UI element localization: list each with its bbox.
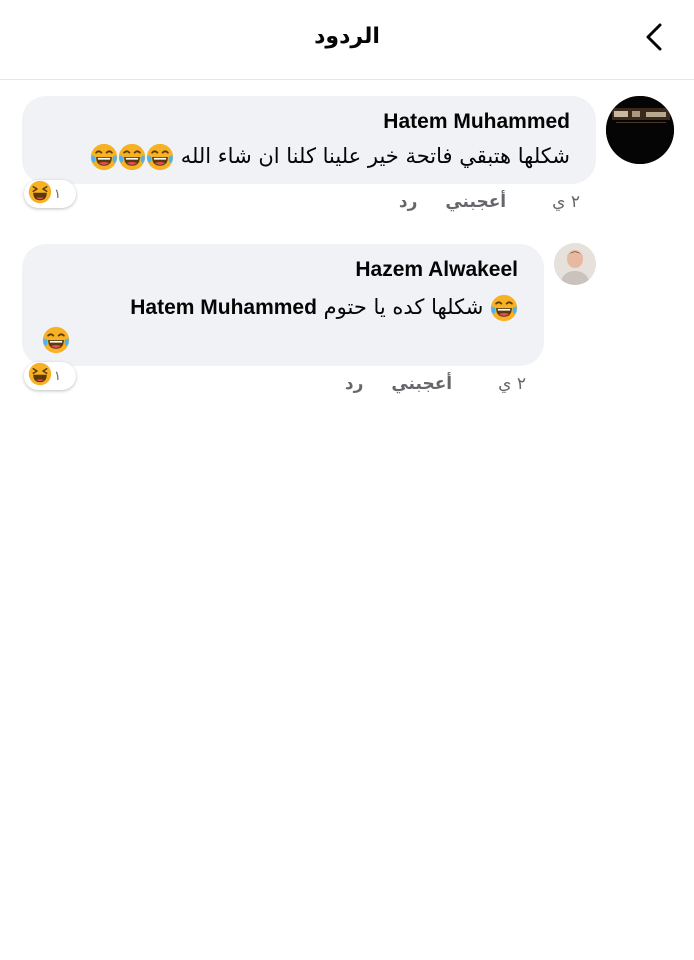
like-button[interactable]: أعجبني bbox=[391, 374, 452, 394]
reaction-count: ١ bbox=[54, 186, 61, 202]
page-title: الردود bbox=[314, 24, 380, 49]
comment-timestamp[interactable]: ٢ ي bbox=[552, 192, 580, 212]
avatar[interactable] bbox=[554, 243, 596, 285]
comment-bubble: Hazem Alwakeel شكلها كده يا حتوم Hatem M… bbox=[22, 244, 544, 366]
comment-body: شكلها هتبقي فاتحة خير علينا كلنا ان شاء … bbox=[180, 144, 570, 168]
avatar[interactable] bbox=[606, 96, 674, 164]
haha-reaction-icon bbox=[28, 180, 52, 208]
laugh-emoji-icon bbox=[490, 295, 518, 319]
like-button[interactable]: أعجبني bbox=[445, 192, 506, 212]
comment-text: شكلها كده يا حتوم Hatem Muhammed bbox=[130, 294, 518, 322]
header-bar: الردود bbox=[0, 0, 694, 80]
reply-button[interactable]: رد bbox=[345, 374, 364, 394]
mention-link[interactable]: Hatem Muhammed bbox=[130, 296, 317, 319]
comment-author[interactable]: Hatem Muhammed bbox=[383, 110, 570, 134]
comment-text: شكلها هتبقي فاتحة خير علينا كلنا ان شاء … bbox=[90, 143, 570, 171]
reaction-summary[interactable]: ١ bbox=[24, 362, 76, 390]
comment-actions: ٢ ي أعجبني رد bbox=[399, 192, 580, 212]
laugh-emoji-icon bbox=[146, 144, 174, 168]
laugh-emoji-icon bbox=[118, 144, 146, 168]
laugh-emoji-icon bbox=[42, 326, 70, 354]
reaction-summary[interactable]: ١ bbox=[24, 180, 76, 208]
reply-button[interactable]: رد bbox=[399, 192, 418, 212]
laugh-emoji-icon bbox=[90, 144, 118, 168]
comment-timestamp[interactable]: ٢ ي bbox=[498, 374, 526, 394]
reaction-count: ١ bbox=[54, 368, 61, 384]
comment-actions: ٢ ي أعجبني رد bbox=[345, 374, 526, 394]
comment-bubble: Hatem Muhammed شكلها هتبقي فاتحة خير علي… bbox=[22, 96, 596, 184]
haha-reaction-icon bbox=[28, 362, 52, 390]
comment-body: شكلها كده يا حتوم bbox=[323, 295, 484, 319]
comment-author[interactable]: Hazem Alwakeel bbox=[355, 258, 518, 282]
